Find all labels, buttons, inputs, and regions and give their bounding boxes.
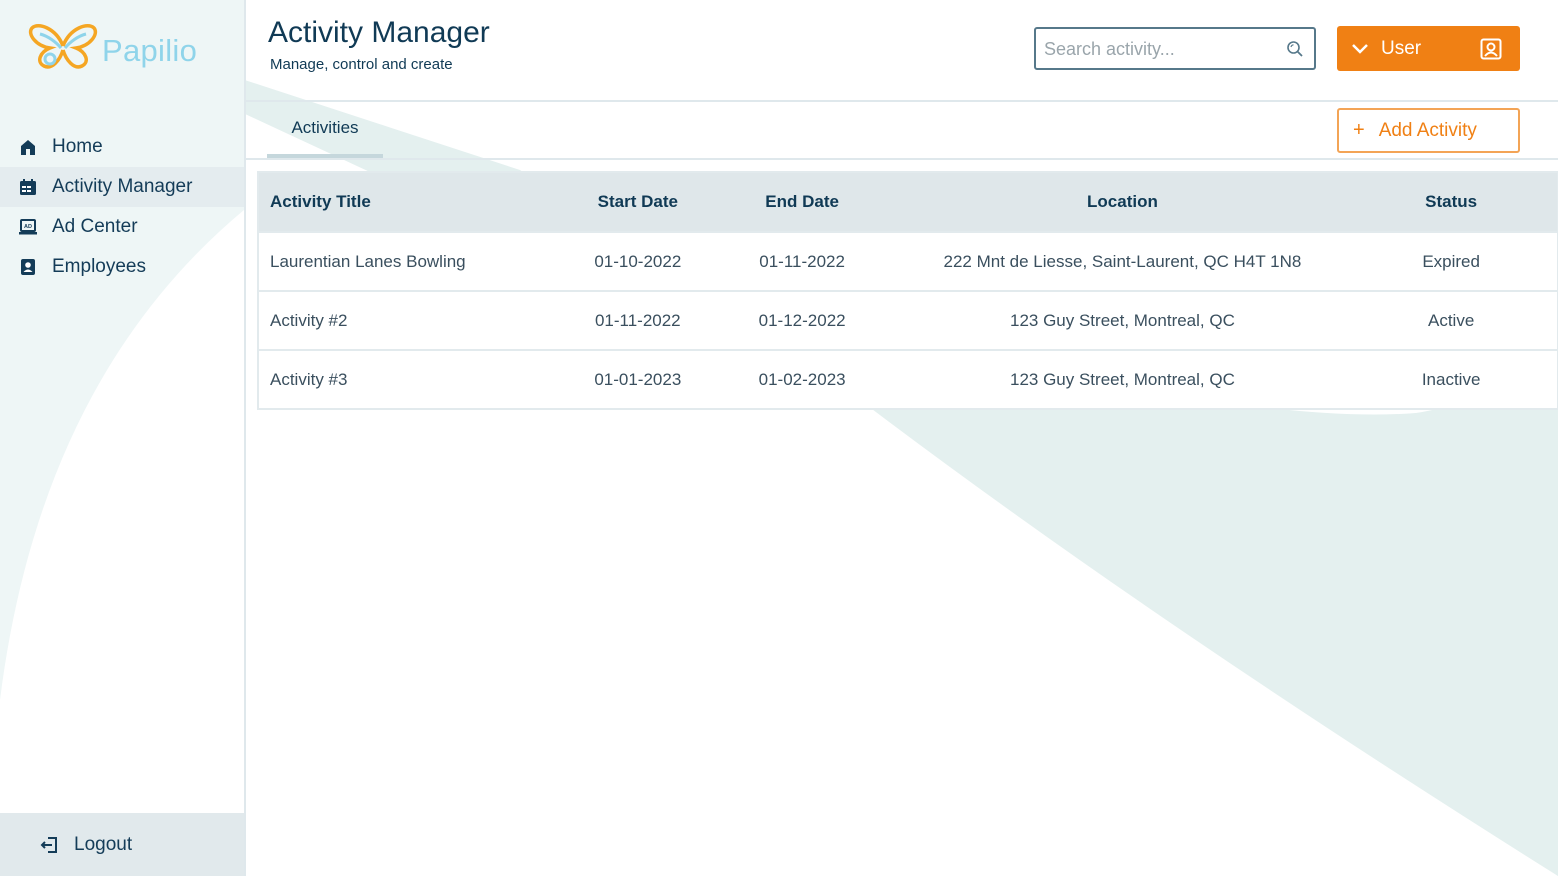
cell-end-date: 01-12-2022 bbox=[704, 290, 900, 350]
cell-activity-title: Laurentian Lanes Bowling bbox=[259, 231, 571, 291]
cell-status: Expired bbox=[1345, 231, 1557, 291]
search-box bbox=[1034, 27, 1316, 70]
user-label: User bbox=[1381, 37, 1422, 59]
sidebar-item-ad-center[interactable]: AD Ad Center bbox=[0, 207, 244, 247]
cell-location: 222 Mnt de Liesse, Saint-Laurent, QC H4T… bbox=[899, 231, 1346, 291]
employee-badge-icon bbox=[18, 257, 38, 277]
table-header-row: Activity Title Start Date End Date Locat… bbox=[259, 173, 1557, 232]
column-header-activity-title[interactable]: Activity Title bbox=[259, 173, 571, 232]
table-row[interactable]: Activity #2 01-11-2022 01-12-2022 123 Gu… bbox=[259, 290, 1557, 350]
logout-label: Logout bbox=[74, 833, 133, 855]
column-header-end-date[interactable]: End Date bbox=[704, 173, 900, 232]
brand-logo[interactable]: Papilio bbox=[28, 22, 197, 70]
tab-activities[interactable]: Activities bbox=[267, 102, 383, 158]
tab-bar: Activities + Add Activity bbox=[246, 102, 1558, 160]
column-header-location[interactable]: Location bbox=[899, 173, 1346, 232]
cell-start-date: 01-10-2022 bbox=[570, 231, 705, 291]
column-header-status[interactable]: Status bbox=[1345, 173, 1557, 232]
add-activity-button[interactable]: + Add Activity bbox=[1337, 108, 1520, 153]
cell-status: Active bbox=[1345, 290, 1557, 350]
table-row[interactable]: Laurentian Lanes Bowling 01-10-2022 01-1… bbox=[259, 231, 1557, 291]
cell-start-date: 01-11-2022 bbox=[570, 290, 705, 350]
cell-location: 123 Guy Street, Montreal, QC bbox=[899, 349, 1346, 408]
page-title: Activity Manager bbox=[268, 16, 490, 49]
cell-end-date: 01-11-2022 bbox=[704, 231, 900, 291]
ad-icon: AD bbox=[18, 217, 38, 237]
cell-end-date: 01-02-2023 bbox=[704, 349, 900, 408]
sidebar-item-label: Employees bbox=[52, 256, 146, 277]
page-header: Activity Manager Manage, control and cre… bbox=[246, 0, 1558, 102]
svg-text:AD: AD bbox=[24, 224, 32, 230]
sidebar-item-home[interactable]: Home bbox=[0, 127, 244, 167]
sidebar-item-employees[interactable]: Employees bbox=[0, 247, 244, 287]
sidebar-nav: Home Activity Manager AD Ad Center Emplo… bbox=[0, 127, 244, 287]
chevron-down-icon bbox=[1351, 43, 1369, 55]
user-menu-button[interactable]: User bbox=[1337, 26, 1520, 71]
cell-activity-title: Activity #2 bbox=[259, 290, 571, 350]
column-header-start-date[interactable]: Start Date bbox=[570, 173, 705, 232]
calendar-icon bbox=[18, 177, 38, 197]
sidebar-item-label: Activity Manager bbox=[52, 176, 193, 197]
search-icon[interactable] bbox=[1286, 40, 1304, 63]
home-icon bbox=[18, 137, 38, 157]
sidebar-item-label: Ad Center bbox=[52, 216, 138, 237]
cell-start-date: 01-01-2023 bbox=[570, 349, 705, 408]
activities-table: Activity Title Start Date End Date Locat… bbox=[257, 171, 1558, 410]
add-activity-label: Add Activity bbox=[1378, 119, 1477, 141]
cell-location: 123 Guy Street, Montreal, QC bbox=[899, 290, 1346, 350]
plus-icon: + bbox=[1353, 119, 1365, 141]
butterfly-logo-icon bbox=[28, 24, 98, 69]
cell-status: Inactive bbox=[1345, 349, 1557, 408]
search-input[interactable] bbox=[1036, 29, 1276, 70]
table-row[interactable]: Activity #3 01-01-2023 01-02-2023 123 Gu… bbox=[259, 349, 1557, 408]
user-profile-icon bbox=[1480, 38, 1502, 66]
sidebar-item-activity-manager[interactable]: Activity Manager bbox=[0, 167, 244, 207]
brand-name: Papilio bbox=[102, 33, 198, 68]
sidebar: Papilio Home Activity Manager AD Ad Cent… bbox=[0, 0, 246, 876]
cell-activity-title: Activity #3 bbox=[259, 349, 571, 408]
sidebar-item-label: Home bbox=[52, 136, 103, 157]
logout-button[interactable]: Logout bbox=[0, 813, 244, 876]
logout-icon bbox=[40, 835, 60, 855]
page-subtitle: Manage, control and create bbox=[270, 56, 453, 73]
